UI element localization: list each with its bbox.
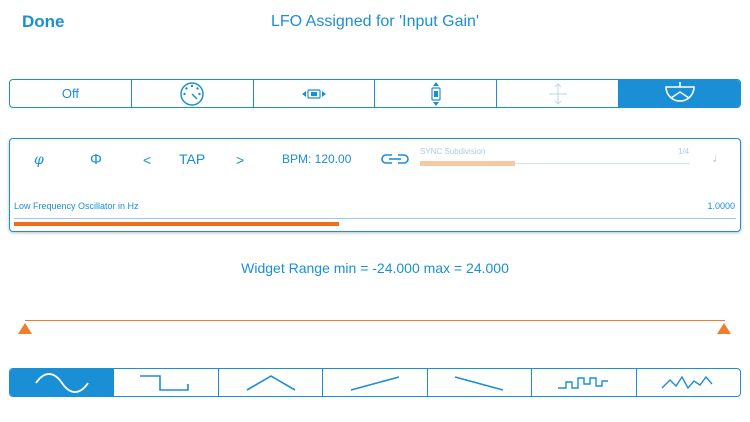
waveform-ramp-down-button[interactable]: [428, 369, 533, 396]
half-dial-icon: [664, 81, 695, 102]
page-title: LFO Assigned for 'Input Gain': [271, 13, 479, 30]
next-button[interactable]: >: [236, 152, 244, 168]
mode-selector: Off: [9, 79, 741, 108]
sine-wave-icon: [34, 372, 89, 393]
mode-vertical-arrows-button[interactable]: [497, 80, 620, 107]
range-max-handle[interactable]: [717, 323, 731, 334]
dial-icon: [180, 81, 204, 106]
sync-subdivision-label: SYNC Subdivision: [420, 147, 486, 156]
waveform-square-button[interactable]: [114, 369, 219, 396]
mode-horizontal-button[interactable]: [254, 80, 376, 107]
vertical-arrows-icon: [548, 82, 567, 105]
range-slider-track[interactable]: [25, 320, 725, 321]
waveform-random-step-button[interactable]: [532, 369, 637, 396]
mode-half-dial-button[interactable]: [619, 80, 740, 107]
vertical-move-icon: [431, 81, 441, 106]
range-min-handle[interactable]: [18, 323, 32, 334]
lfo-frequency-slider[interactable]: [14, 218, 736, 219]
bpm-display[interactable]: BPM: 120.00: [282, 152, 351, 166]
square-wave-icon: [140, 374, 189, 391]
random-step-icon: [557, 376, 608, 389]
ramp-down-icon: [455, 375, 504, 391]
prev-button[interactable]: <: [143, 152, 151, 168]
waveform-selector: [9, 368, 741, 397]
tap-button[interactable]: TAP: [179, 151, 205, 167]
link-icon: [381, 154, 409, 164]
waveform-ramp-up-button[interactable]: [323, 369, 428, 396]
waveform-random-smooth-button[interactable]: [637, 369, 740, 396]
lfo-frequency-value: 1.0000: [707, 201, 735, 211]
sync-subdivision-value: 1/4: [678, 147, 690, 156]
lfo-panel: φ Φ < TAP > BPM: 120.00 SYNC Subdivision…: [9, 138, 741, 232]
triangle-wave-icon: [246, 374, 295, 391]
widget-range-text: Widget Range min = -24.000 max = 24.000: [241, 260, 509, 276]
sync-subdivision-fill: [420, 161, 515, 166]
link-button[interactable]: [380, 152, 410, 169]
horizontal-move-icon: [302, 88, 327, 99]
lfo-frequency-label: Low Frequency Oscillator in Hz: [14, 201, 139, 211]
music-note-icon[interactable]: ♩: [712, 149, 726, 165]
mode-off-button[interactable]: Off: [10, 80, 132, 107]
phase-button[interactable]: φ: [34, 152, 44, 168]
mode-dial-button[interactable]: [132, 80, 254, 107]
waveform-sine-button[interactable]: [10, 369, 115, 396]
lfo-frequency-fill: [14, 222, 339, 226]
random-smooth-icon: [661, 375, 713, 389]
mode-vertical-button[interactable]: [375, 80, 498, 107]
ramp-up-icon: [350, 375, 400, 391]
phase-reset-button[interactable]: Φ: [90, 151, 102, 168]
waveform-triangle-button[interactable]: [219, 369, 324, 396]
